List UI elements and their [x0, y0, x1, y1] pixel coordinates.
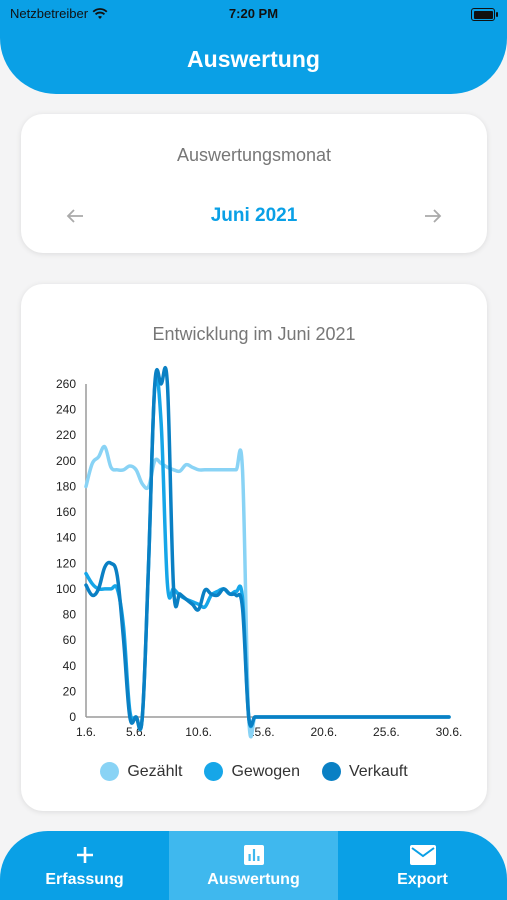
mail-icon: [409, 843, 436, 867]
y-tick-label: 100: [56, 582, 76, 596]
legend-item-verkauft: Verkauft: [321, 762, 408, 781]
line-chart: 0 20 40 60 80 100 120 140 160 180 200 220 240 260 1.6.…: [56, 365, 463, 739]
nav-label-erfassung: Erfassung: [45, 870, 124, 888]
plus-icon: [75, 843, 95, 867]
y-tick-label: 240: [56, 403, 76, 417]
status-bar: Netzbetreiber 7:20 PM: [0, 6, 507, 24]
x-tick-label: 5.6.: [126, 725, 146, 739]
legend-item-gezaehlt: Gezählt: [100, 762, 182, 781]
bar-chart-icon: [243, 843, 265, 867]
x-tick-label: 30.6.: [436, 725, 463, 739]
y-tick-label: 220: [56, 428, 76, 442]
nav-erfassung[interactable]: Erfassung: [0, 831, 169, 900]
app-header: Netzbetreiber 7:20 PM Auswertung: [0, 0, 507, 94]
x-tick-label: 20.6.: [310, 725, 337, 739]
bottom-navigation: Erfassung Auswertung Export: [0, 831, 507, 900]
legend-item-gewogen: Gewogen: [204, 762, 300, 781]
page-title: Auswertung: [187, 46, 320, 72]
y-tick-label: 0: [69, 710, 76, 724]
next-month-button[interactable]: [419, 202, 447, 230]
chart-card: Entwicklung im Juni 2021 0 20 40 60 80 100 120…: [21, 284, 487, 811]
y-tick-label: 140: [56, 531, 76, 545]
nav-auswertung[interactable]: Auswertung: [169, 831, 338, 900]
y-tick-label: 20: [63, 684, 77, 698]
month-selector-card: Auswertungsmonat Juni 2021: [21, 114, 487, 253]
y-tick-label: 160: [56, 505, 76, 519]
y-tick-label: 80: [63, 608, 77, 622]
y-tick-label: 40: [63, 659, 77, 673]
month-selector-label: Auswertungsmonat: [176, 145, 332, 165]
nav-label-auswertung: Auswertung: [207, 870, 300, 888]
clock: 7:20 PM: [228, 6, 279, 21]
x-tick-label: 25.6.: [373, 725, 400, 739]
legend-label-verkauft: Verkauft: [348, 762, 408, 780]
arrow-right-icon: [425, 209, 442, 223]
y-tick-label: 60: [63, 633, 77, 647]
y-tick-label: 180: [56, 479, 76, 493]
y-tick-label: 120: [56, 556, 76, 570]
series-line-2: [84, 365, 451, 731]
y-tick-label: 260: [56, 377, 76, 391]
nav-label-export: Export: [397, 870, 448, 888]
y-tick-label: 200: [56, 454, 76, 468]
legend-label-gezaehlt: Gezählt: [127, 762, 183, 780]
x-tick-label: 10.6.: [185, 725, 212, 739]
series-line-1: [84, 374, 451, 732]
legend-label-gewogen: Gewogen: [231, 762, 300, 780]
legend-dot-gewogen: [204, 762, 224, 781]
legend-dot-gezaehlt: [100, 762, 120, 781]
selected-month: Juni 2021: [210, 205, 298, 226]
battery-icon: [471, 8, 498, 21]
nav-export[interactable]: Export: [338, 831, 507, 900]
series-line-0: [84, 444, 451, 739]
x-tick-label: 1.6.: [76, 725, 96, 739]
chart-legend: Gezählt Gewogen Verkauft: [21, 762, 487, 781]
legend-dot-verkauft: [321, 762, 341, 781]
